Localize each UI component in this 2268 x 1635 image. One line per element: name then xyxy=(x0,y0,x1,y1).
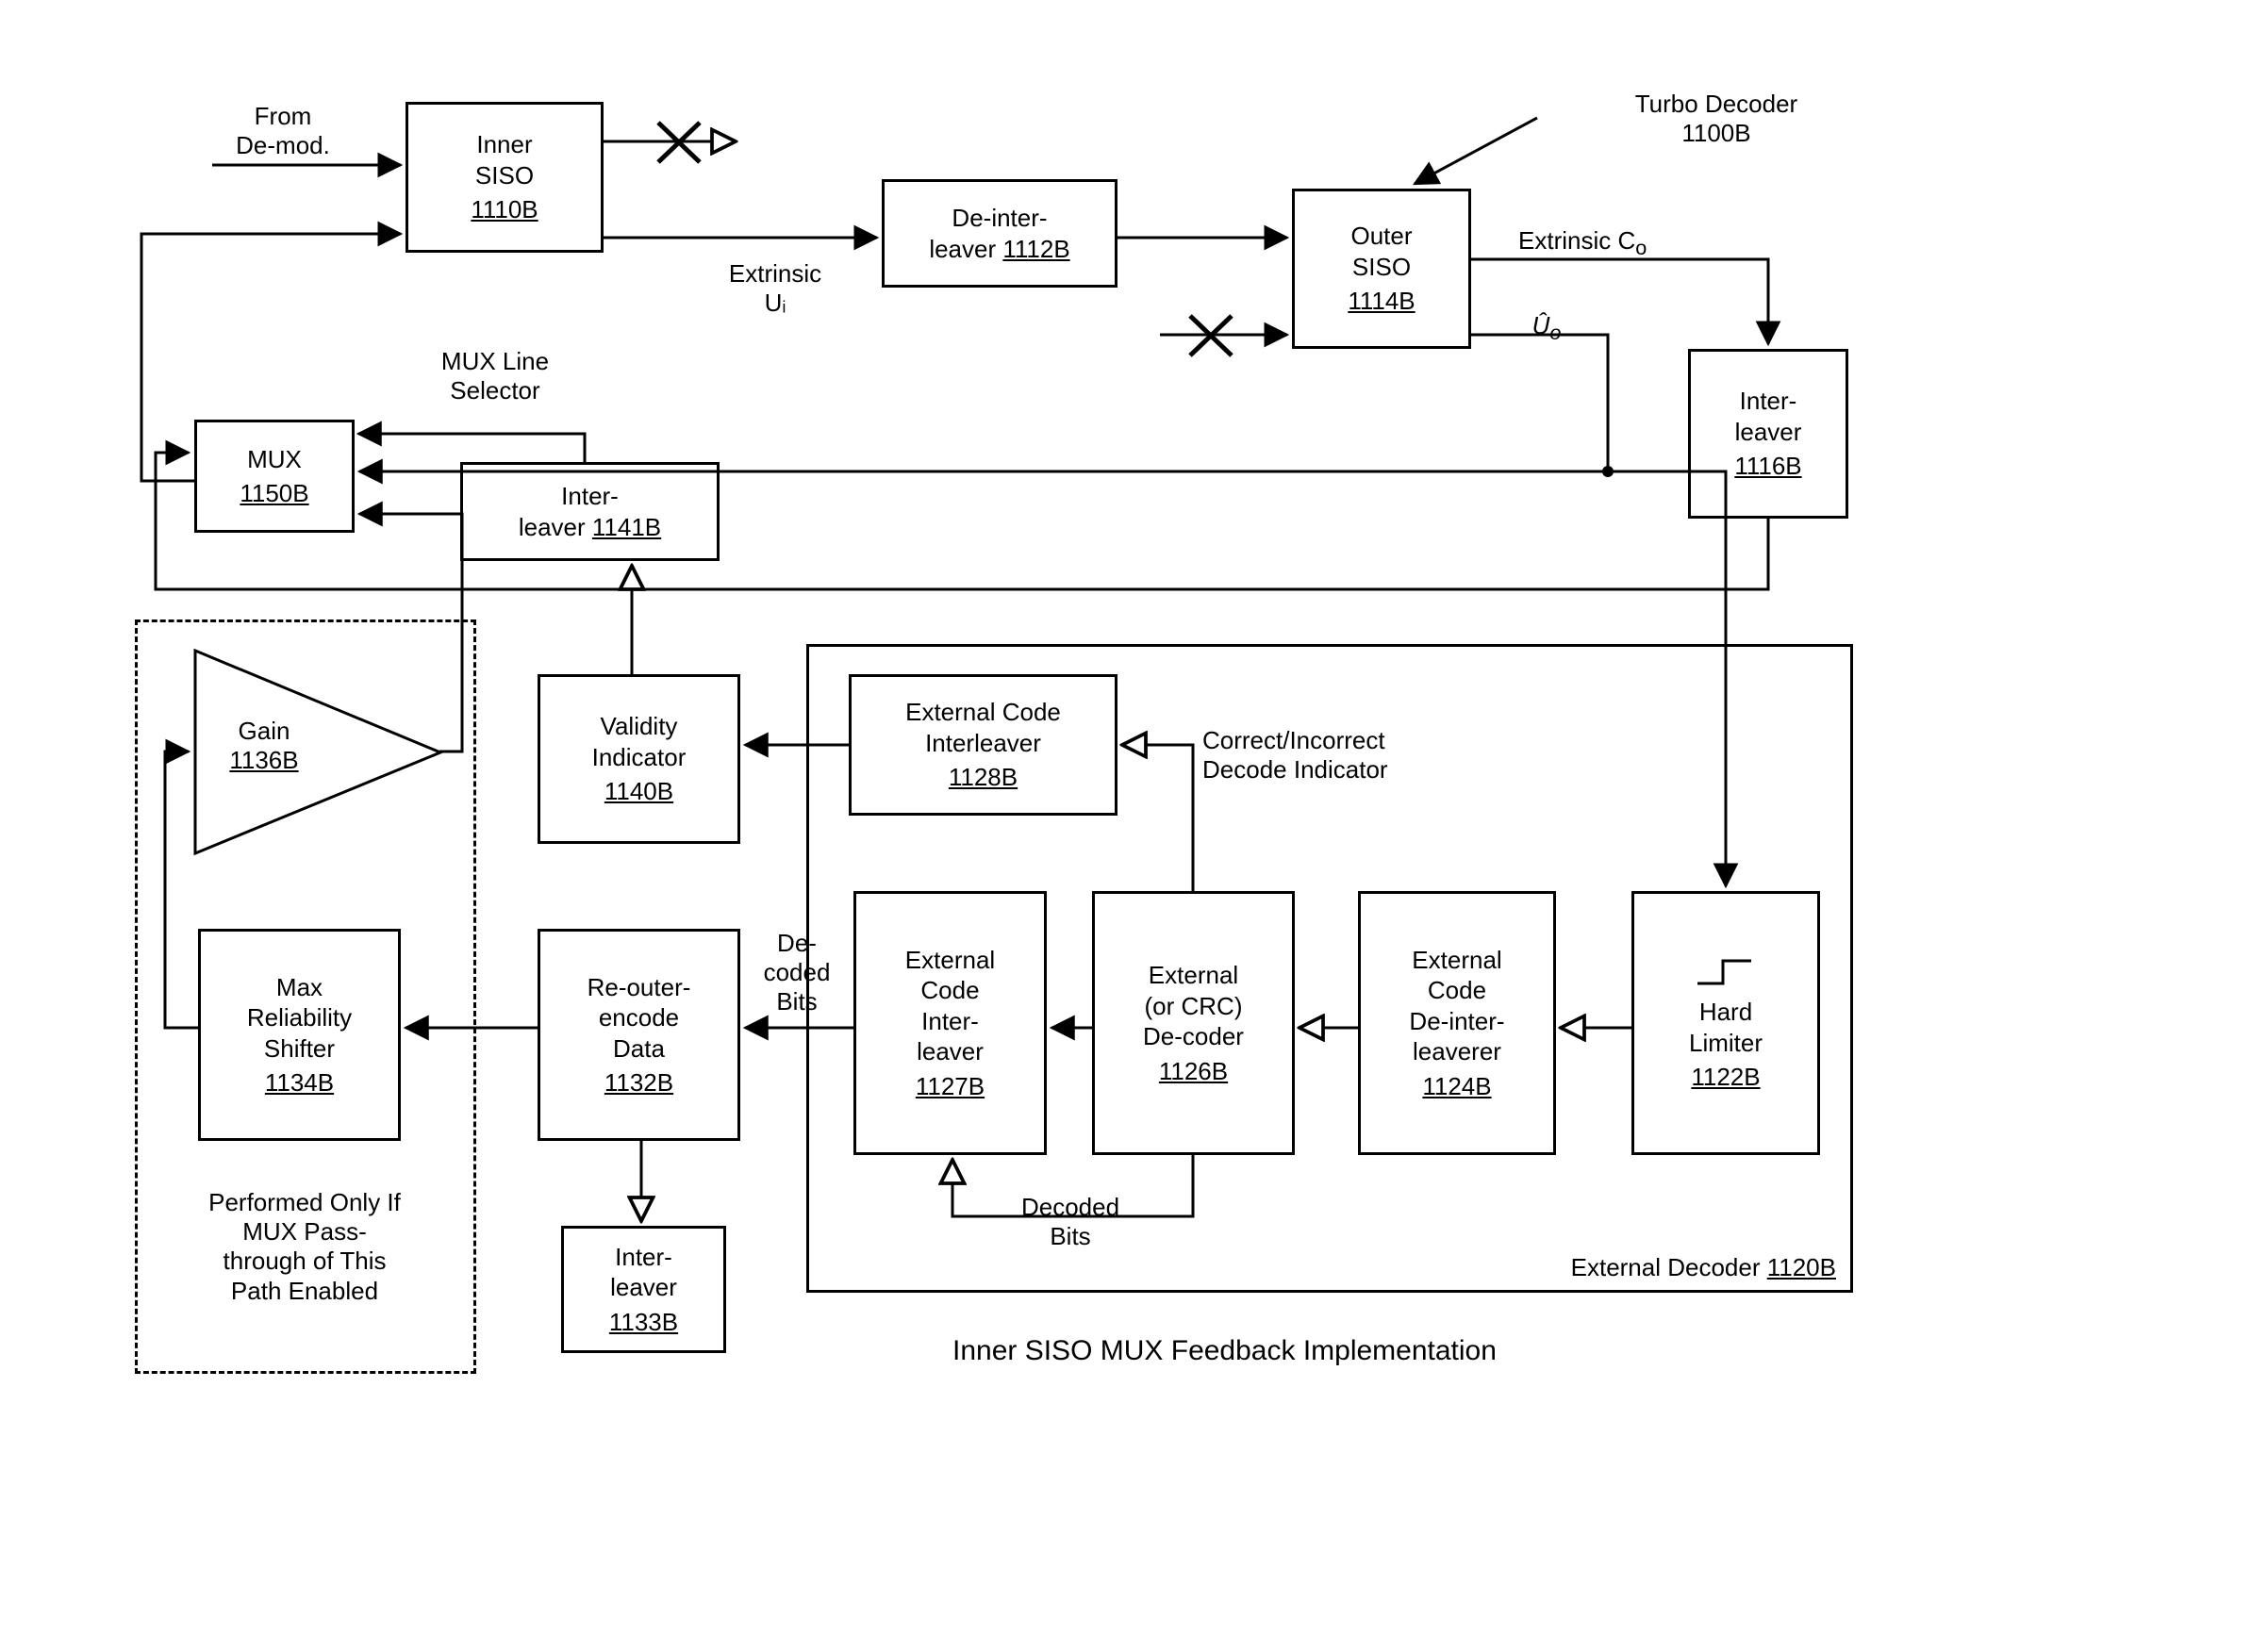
re-outer-encode-data-block: Re-outer- encode Data 1132B xyxy=(538,929,740,1141)
deinterleaver-1112b-block: De-inter- leaver 1112B xyxy=(882,179,1117,288)
validity-indicator-block: Validity Indicator 1140B xyxy=(538,674,740,844)
outer-siso-block: Outer SISO 1114B xyxy=(1292,189,1471,349)
correct-incorrect-label: Correct/Incorrect Decode Indicator xyxy=(1202,726,1514,784)
extrinsic-u-label: Extrinsic Uᵢ xyxy=(700,259,851,318)
interleaver-1116b-block: Inter- leaver 1116B xyxy=(1688,349,1848,519)
decoded-bits-vertical-label: De- coded Bits xyxy=(750,929,844,1017)
turbo-decoder-label: Turbo Decoder 1100B xyxy=(1575,90,1858,148)
from-demod-label: From De-mod. xyxy=(212,102,354,160)
diagram-canvas: From De-mod. Turbo Decoder 1100B Inner S… xyxy=(0,0,2268,1635)
ext-code-interleaver-1128b-block: External Code Interleaver 1128B xyxy=(849,674,1117,816)
ext-crc-decoder-block: External (or CRC) De-coder 1126B xyxy=(1092,891,1295,1155)
inner-siso-ref: 1110B xyxy=(471,194,538,225)
hard-limiter-block: Hard Limiter 1122B xyxy=(1631,891,1820,1155)
ext-code-interleaver-1127b-block: External Code Inter- leaver 1127B xyxy=(853,891,1047,1155)
ext-code-deinterleaverer-block: External Code De-inter- leaverer 1124B xyxy=(1358,891,1556,1155)
u-hat-label: Ûo xyxy=(1509,311,1584,345)
dashed-caption-label: Performed Only If MUX Pass- through of T… xyxy=(154,1188,455,1306)
mux-block: MUX 1150B xyxy=(194,420,355,533)
decoded-bits-label: Decoded Bits xyxy=(985,1193,1155,1251)
inner-siso-title: Inner SISO xyxy=(475,129,534,190)
interleaver-1141b-block: Inter- leaver 1141B xyxy=(460,462,720,561)
inner-siso-block: Inner SISO 1110B xyxy=(406,102,604,253)
interleaver-1133b-block: Inter- leaver 1133B xyxy=(561,1226,726,1353)
mux-line-selector-label: MUX Line Selector xyxy=(401,347,589,405)
footer-label: Inner SISO MUX Feedback Implementation xyxy=(952,1334,1801,1368)
extrinsic-co-label: Extrinsic Co xyxy=(1518,226,1763,260)
